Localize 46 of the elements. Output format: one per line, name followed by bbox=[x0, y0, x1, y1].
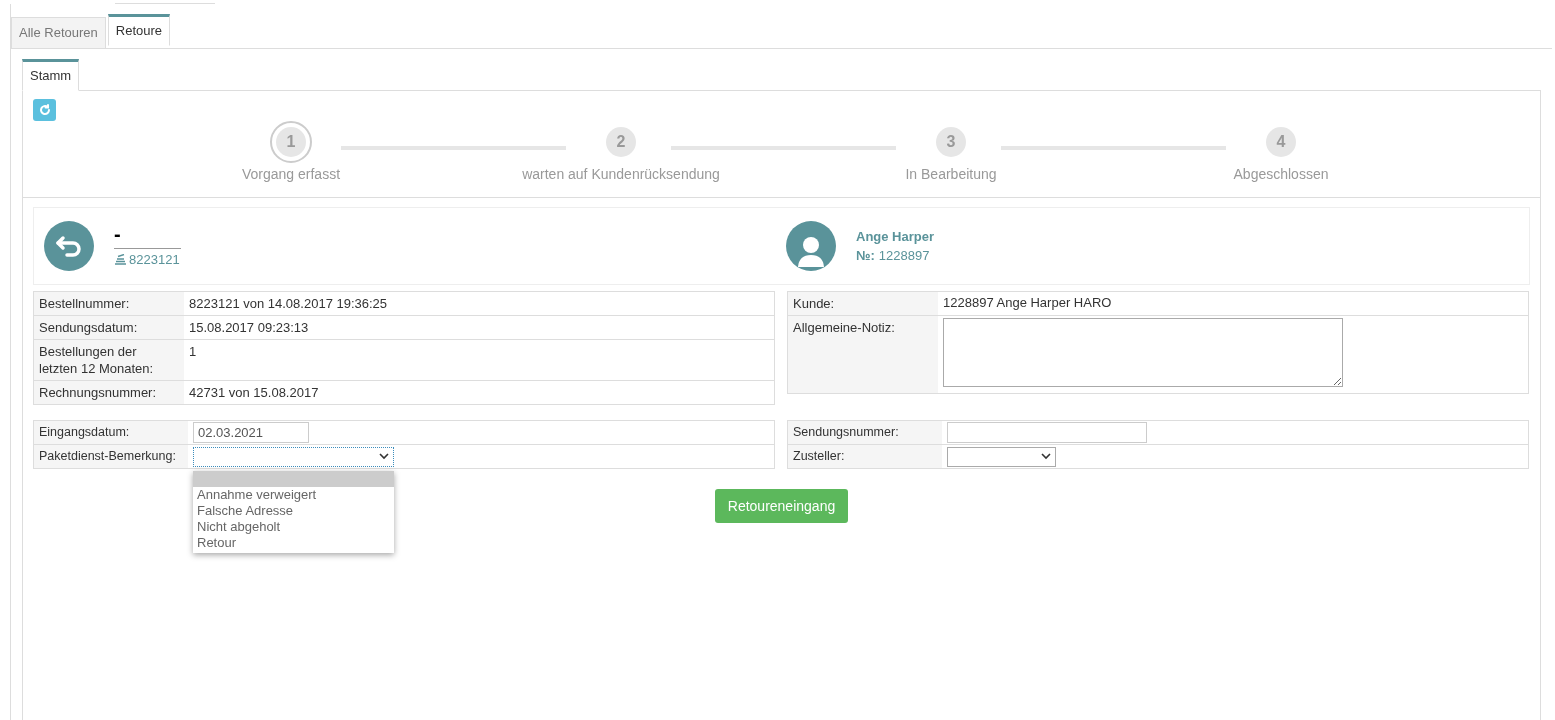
input-field[interactable] bbox=[947, 422, 1147, 443]
field-label: Rechnungsnummer: bbox=[34, 381, 184, 404]
field-label: Bestellungen der letzten 12 Monaten: bbox=[34, 340, 184, 380]
dropdown[interactable] bbox=[193, 446, 394, 467]
notes-textarea[interactable] bbox=[943, 318, 1343, 387]
step-number: 1 bbox=[270, 121, 312, 163]
refresh-button[interactable] bbox=[33, 99, 56, 121]
customer-number-label: №: bbox=[856, 247, 875, 265]
customer-name: Ange Harper bbox=[856, 227, 935, 246]
field-label: Sendungsnummer: bbox=[788, 421, 942, 444]
tab[interactable]: Retoure bbox=[107, 14, 171, 46]
step-label: In Bearbeitung bbox=[905, 165, 997, 184]
refresh-icon bbox=[38, 104, 51, 116]
step-number: 3 bbox=[936, 127, 966, 157]
field-label: Kunde: bbox=[788, 292, 938, 315]
field-label: Paketdienst-Bemerkung: bbox=[34, 445, 188, 468]
dropdown-option[interactable]: Retour bbox=[193, 534, 394, 551]
field-value: 42731 von 15.08.2017 bbox=[188, 384, 320, 402]
field-label: Eingangsdatum: bbox=[34, 421, 188, 444]
customer-number: 1228897 bbox=[878, 247, 930, 265]
step-number: 2 bbox=[606, 127, 636, 157]
return-title: - bbox=[114, 222, 122, 245]
tab[interactable]: Alle Retouren bbox=[11, 17, 106, 49]
step-label: Abgeschlossen bbox=[1233, 165, 1329, 184]
step-label: warten auf Kundenrücksendung bbox=[522, 165, 720, 184]
chevron-down-icon bbox=[1041, 453, 1051, 460]
field-label: Bestellnummer: bbox=[34, 292, 184, 315]
stack-icon bbox=[114, 254, 127, 265]
chevron-down-icon bbox=[379, 453, 389, 460]
dropdown-option[interactable]: Falsche Adresse bbox=[193, 502, 394, 519]
field-value: 8223121 von 14.08.2017 19:36:25 bbox=[188, 295, 389, 313]
input-field[interactable]: 02.03.2021 bbox=[193, 422, 309, 443]
field-value: 15.08.2017 09:23:13 bbox=[188, 319, 310, 337]
order-link[interactable]: 8223121 bbox=[114, 247, 181, 270]
field-value: 1 bbox=[188, 343, 198, 361]
dropdown-option[interactable]: Nicht abgeholt bbox=[193, 518, 394, 535]
dropdown[interactable] bbox=[947, 446, 1056, 467]
user-avatar-icon bbox=[786, 221, 836, 271]
field-label: Allgemeine-Notiz: bbox=[788, 316, 938, 393]
tab[interactable]: Stamm bbox=[22, 59, 80, 91]
step-label: Vorgang erfasst bbox=[241, 165, 341, 184]
field-value: 1228897 Ange Harper HARO bbox=[943, 295, 1112, 310]
step-number: 4 bbox=[1266, 127, 1296, 157]
field-label: Zusteller: bbox=[788, 445, 942, 468]
dropdown-option[interactable]: Annahme verweigert bbox=[193, 486, 394, 503]
field-label: Sendungsdatum: bbox=[34, 316, 184, 339]
